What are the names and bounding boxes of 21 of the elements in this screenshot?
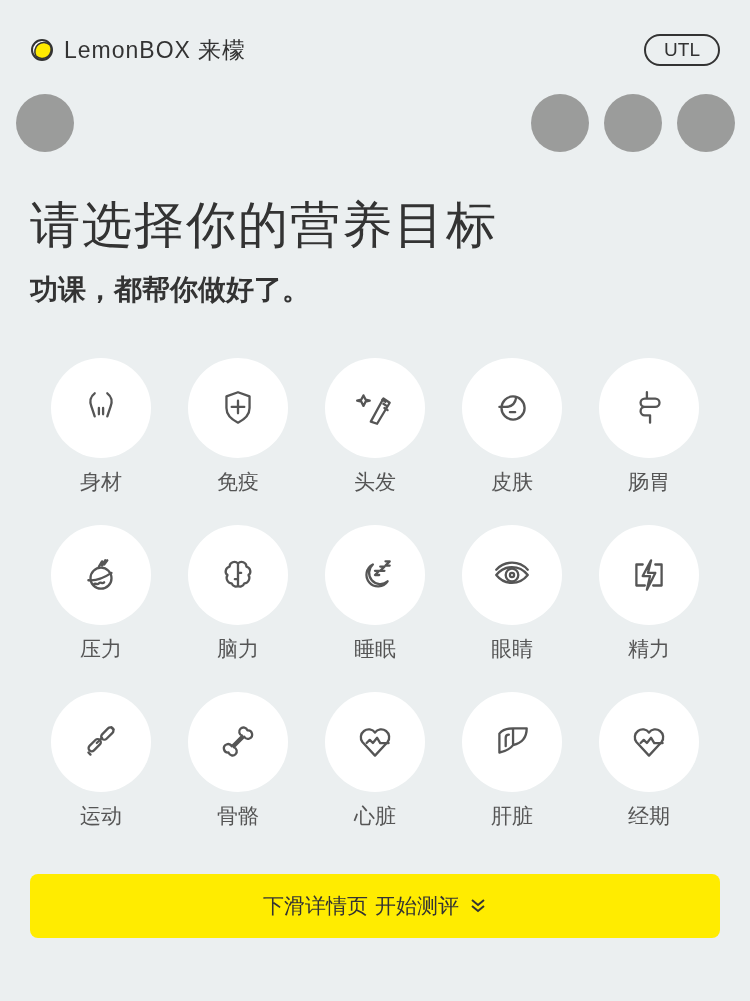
goal-label: 运动 (80, 803, 122, 830)
goal-label: 肝脏 (491, 803, 533, 830)
goal-label: 经期 (628, 803, 670, 830)
goal-label: 骨骼 (217, 803, 259, 830)
goal-label: 身材 (80, 469, 122, 496)
goal-label: 压力 (80, 636, 122, 663)
start-test-button[interactable]: 下滑详情页 开始测评 (30, 874, 720, 938)
goal-label: 皮肤 (491, 469, 533, 496)
goal-label: 睡眠 (354, 636, 396, 663)
goal-label: 眼睛 (491, 636, 533, 663)
lemon-logo-icon (30, 38, 54, 62)
goal-label: 免疫 (217, 469, 259, 496)
goal-label: 肠胃 (628, 469, 670, 496)
brand-name: LemonBOX 来檬 (64, 35, 247, 65)
page-subtitle: 功课，都帮你做好了。 (30, 272, 311, 308)
goal-label: 头发 (354, 469, 396, 496)
utl-badge[interactable]: UTL (644, 34, 720, 66)
goal-label: 心脏 (354, 803, 396, 830)
page-title: 请选择你的营养目标 (30, 195, 499, 256)
goal-label: 精力 (628, 636, 670, 663)
goal-label: 脑力 (217, 636, 259, 663)
